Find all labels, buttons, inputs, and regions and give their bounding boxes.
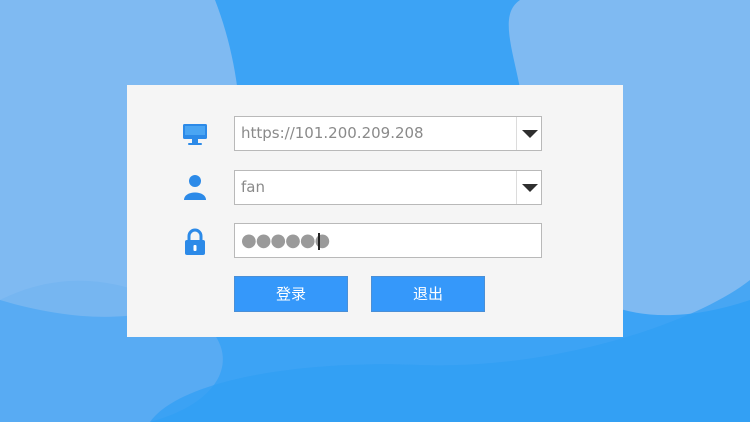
text-cursor — [318, 233, 320, 250]
user-icon — [181, 173, 209, 201]
password-mask: ●●●●●● — [241, 230, 330, 251]
username-select[interactable]: fan — [234, 170, 542, 205]
server-dropdown-button[interactable] — [516, 117, 541, 150]
login-button[interactable]: 登录 — [234, 276, 348, 312]
exit-button[interactable]: 退出 — [371, 276, 485, 312]
server-value: https://101.200.209.208 — [241, 124, 424, 142]
monitor-icon — [181, 121, 209, 149]
login-panel: https://101.200.209.208 fan ●●●●●● 登录 退出 — [127, 85, 623, 337]
lock-icon — [181, 228, 209, 256]
username-dropdown-button[interactable] — [516, 171, 541, 204]
password-input[interactable]: ●●●●●● — [234, 223, 542, 258]
username-value: fan — [241, 178, 265, 196]
server-select[interactable]: https://101.200.209.208 — [234, 116, 542, 151]
